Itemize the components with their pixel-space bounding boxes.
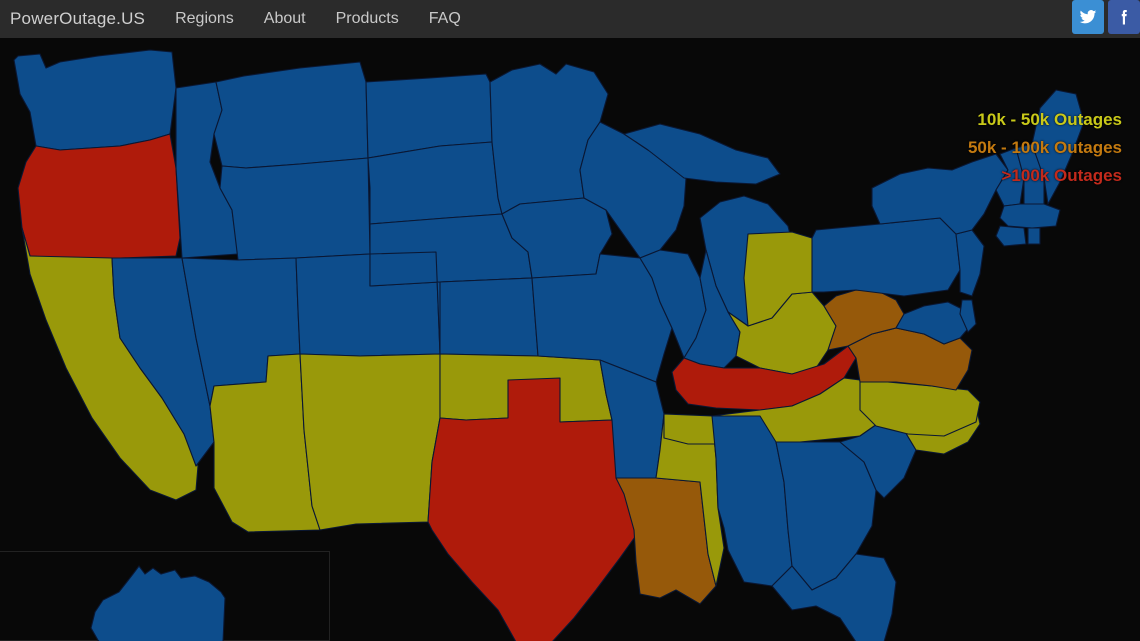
social-links [1068,0,1140,38]
state-NM[interactable] [299,353,441,531]
state-AK[interactable] [90,565,226,641]
alaska-inset-svg [90,565,226,641]
top-navbar: PowerOutage.US Regions About Products FA… [0,0,1140,38]
state-KS-body[interactable] [439,277,539,357]
legend-item-over-100k: >100k Outages [1001,166,1123,186]
legend-item-10k-50k: 10k - 50k Outages [977,110,1122,129]
state-SD[interactable] [367,141,503,225]
state-RI[interactable] [1027,227,1041,245]
site-brand[interactable]: PowerOutage.US [10,9,145,29]
twitter-icon[interactable] [1072,0,1104,34]
alaska-inset-panel [0,551,330,641]
state-OR[interactable] [17,133,181,259]
nav-item-regions[interactable]: Regions [175,10,234,28]
outage-legend: 10k - 50k Outages 50k - 100k Outages >10… [968,106,1122,190]
state-WA[interactable] [13,49,177,151]
state-PA[interactable] [811,217,961,297]
legend-item-50k-100k: 50k - 100k Outages [967,138,1122,158]
state-WY[interactable] [219,157,371,261]
state-MT[interactable] [213,61,369,169]
us-outage-map[interactable]: 10k - 50k Outages 50k - 100k Outages >10… [0,38,1140,641]
nav-item-about[interactable]: About [264,10,306,28]
state-MA[interactable] [999,203,1061,229]
nav-item-products[interactable]: Products [336,10,399,28]
facebook-icon[interactable] [1108,0,1140,34]
nav-item-faq[interactable]: FAQ [429,10,461,28]
power-outage-map-page: PowerOutage.US Regions About Products FA… [0,0,1140,641]
